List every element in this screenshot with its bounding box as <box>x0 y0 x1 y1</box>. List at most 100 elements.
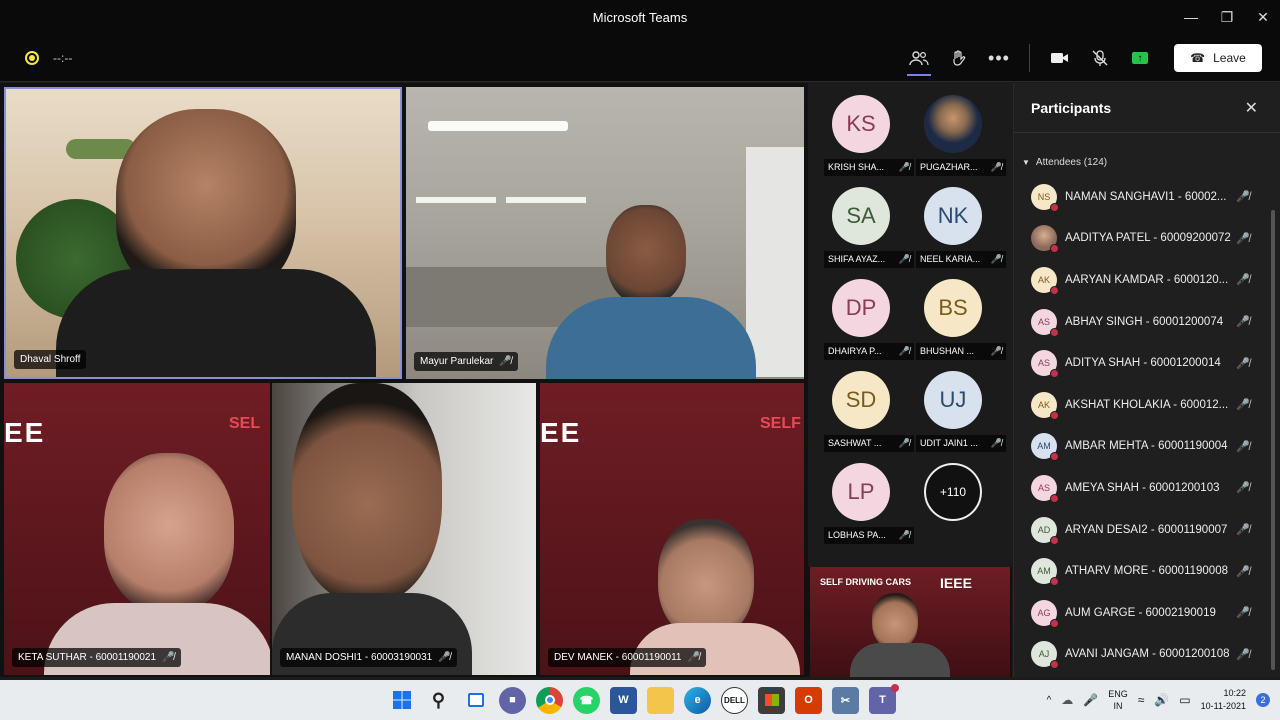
gallery-tile[interactable]: PUGAZHAR... 🎤̸ <box>908 83 1006 176</box>
snipping-tool-icon[interactable]: ✂ <box>832 686 859 714</box>
self-view-tile[interactable]: SELF DRIVING CARS IEEE <box>810 567 1010 677</box>
clock[interactable]: 10:22 10-11-2021 <box>1201 687 1246 713</box>
list-item[interactable]: AM ATHARV MORE - 60001190008 🎤̸ <box>1014 550 1280 592</box>
window-light <box>746 147 804 377</box>
gallery-tile[interactable]: NK NEEL KARIA... 🎤̸ <box>908 175 1006 268</box>
gallery-tile[interactable]: UJ UDIT JAIN1 ... 🎤̸ <box>908 359 1006 452</box>
whatsapp-icon[interactable]: ☎ <box>573 686 600 714</box>
close-window-icon[interactable]: ✕ <box>1246 0 1280 34</box>
avatar-initials: AJ <box>1038 649 1050 660</box>
participant-name: NEEL KARIA... <box>920 254 981 264</box>
attendees-label: Attendees (124) <box>1035 157 1108 168</box>
list-item[interactable]: AD ARYAN DESAI2 - 60001190007 🎤̸ <box>1014 509 1280 551</box>
avatar-initials: AS <box>1037 316 1050 327</box>
search-icon[interactable]: ⚲ <box>425 687 452 714</box>
avatar: NK <box>924 187 982 245</box>
panel-header: Participants ✕ <box>1014 83 1280 133</box>
mic-off-icon: 🎤̸ <box>438 652 451 663</box>
list-item[interactable]: AK AKSHAT KHOLAKIA - 600012... 🎤̸ <box>1014 384 1280 426</box>
minimize-icon[interactable]: — <box>1174 0 1208 34</box>
person-shirt <box>850 643 950 677</box>
task-view-icon[interactable] <box>462 687 489 714</box>
more-participants-button[interactable]: +110 <box>908 451 998 539</box>
chat-icon[interactable]: ■ <box>499 686 526 714</box>
participant-name: AADITYA PATEL - 60009200072 <box>1065 232 1231 245</box>
close-icon[interactable]: ✕ <box>1245 98 1258 118</box>
onedrive-icon[interactable]: ☁ <box>1061 693 1073 707</box>
video-stage: Dhaval Shroff Mayur Parulekar 🎤̸ EE SEL … <box>0 83 1012 677</box>
office-icon[interactable]: O <box>795 686 822 714</box>
list-item[interactable]: NS NAMAN SANGHAVI1 - 60002... 🎤̸ <box>1014 176 1280 218</box>
video-tile[interactable]: Dhaval Shroff <box>4 87 402 379</box>
list-item[interactable]: AK AARYAN KAMDAR - 6000120... 🎤̸ <box>1014 259 1280 301</box>
dell-icon[interactable]: DELL <box>721 686 748 714</box>
edge-icon[interactable]: e <box>684 686 711 714</box>
wifi-icon[interactable]: ≈ <box>1138 693 1145 707</box>
camera-icon <box>1051 53 1068 63</box>
chevron-down-icon: ▼ <box>1022 158 1030 167</box>
video-tile[interactable]: MANAN DOSHI1 - 60003190031 🎤̸ <box>272 383 536 675</box>
chrome-icon[interactable] <box>536 686 563 714</box>
video-tile[interactable]: EE SEL KETA SUTHAR - 60001190021 🎤̸ <box>4 383 270 675</box>
gallery-tile[interactable]: SA SHIFA AYAZ... 🎤̸ <box>816 175 914 268</box>
person-shirt <box>546 297 756 379</box>
status-badge <box>1050 369 1059 379</box>
list-item[interactable]: AM AMBAR MEHTA - 60001190004 🎤̸ <box>1014 426 1280 468</box>
list-item[interactable]: AS ABHAY SINGH - 60001200074 🎤̸ <box>1014 301 1280 343</box>
gallery-name-label: KRISH SHA... 🎤̸ <box>824 159 914 176</box>
mic-off-icon: 🎤̸ <box>1236 274 1250 287</box>
hang-up-icon: ☎ <box>1190 51 1206 65</box>
volume-icon[interactable]: 🔊 <box>1154 693 1169 707</box>
more-icon: ••• <box>988 47 1010 68</box>
leave-button[interactable]: ☎ Leave <box>1174 44 1262 72</box>
meeting-toolbar: --:-- ••• ↑ ☎ Leave <box>0 34 1280 82</box>
mic-button[interactable] <box>1080 38 1120 78</box>
background-logo: IEEE <box>940 575 972 591</box>
participant-name: ATHARV MORE - 60001190008 <box>1065 565 1228 578</box>
microphone-icon[interactable]: 🎤 <box>1083 693 1098 707</box>
avatar: SD <box>832 371 890 429</box>
video-name-label: MANAN DOSHI1 - 60003190031 🎤̸ <box>280 648 457 667</box>
notification-badge[interactable]: 2 <box>1256 693 1270 707</box>
avatar: NS <box>1031 183 1059 212</box>
list-item[interactable]: AADITYA PATEL - 60009200072 🎤̸ <box>1014 218 1280 260</box>
panel-scrollbar[interactable] <box>1271 210 1275 670</box>
gallery-tile[interactable]: SD SASHWAT ... 🎤̸ <box>816 359 914 452</box>
video-name-label: Dhaval Shroff <box>14 350 87 369</box>
list-item[interactable]: AS ADITYA SHAH - 60001200014 🎤̸ <box>1014 342 1280 384</box>
list-item[interactable]: AS AMEYA SHAH - 60001200103 🎤̸ <box>1014 467 1280 509</box>
gallery-tile[interactable]: KS KRISH SHA... 🎤̸ <box>816 83 914 176</box>
gallery-tile[interactable]: LP LOBHAS PA... 🎤̸ <box>816 451 914 544</box>
avatar <box>1031 225 1059 254</box>
video-tile[interactable]: Mayur Parulekar 🎤̸ <box>406 87 804 379</box>
store-icon[interactable] <box>758 686 785 714</box>
file-explorer-icon[interactable] <box>647 686 674 714</box>
list-item[interactable]: AG AUM GARGE - 60002190019 🎤̸ <box>1014 592 1280 634</box>
gallery-tile[interactable]: DP DHAIRYA P... 🎤̸ <box>816 267 914 360</box>
mic-off-icon: 🎤̸ <box>1236 440 1250 453</box>
status-badge <box>1050 244 1059 254</box>
video-tile[interactable]: EE SELF DEV MANEK - 60001190011 🎤̸ <box>540 383 804 675</box>
show-participants-button[interactable] <box>899 38 939 78</box>
restore-icon[interactable]: ❐ <box>1210 0 1244 34</box>
participant-list: NS NAMAN SANGHAVI1 - 60002... 🎤̸ AADITYA P… <box>1014 176 1280 675</box>
camera-button[interactable] <box>1040 38 1080 78</box>
avatar-initials: AS <box>1037 482 1050 493</box>
participant-name: SASHWAT ... <box>828 438 882 448</box>
teams-icon[interactable]: T <box>869 683 899 714</box>
list-item[interactable]: AJ AVANI JANGAM - 60001200108 🎤̸ <box>1014 634 1280 676</box>
more-actions-button[interactable]: ••• <box>979 38 1019 78</box>
share-content-button[interactable]: ↑ <box>1120 38 1160 78</box>
start-button[interactable] <box>388 687 415 714</box>
avatar-initials: AD <box>1037 524 1051 535</box>
title-bar: Microsoft Teams — ❐ ✕ <box>0 0 1280 34</box>
attendees-section-toggle[interactable]: ▼ Attendees (124) <box>1014 133 1280 168</box>
reactions-button[interactable] <box>939 38 979 78</box>
chevron-up-icon[interactable]: ^ <box>1047 695 1052 706</box>
language-indicator[interactable]: ENG IN <box>1108 688 1128 712</box>
gallery-name-label: UDIT JAIN1 ... 🎤̸ <box>916 435 1006 452</box>
gallery-tile[interactable]: BS BHUSHAN ... 🎤̸ <box>908 267 1006 360</box>
battery-icon[interactable]: ▭ <box>1179 693 1190 707</box>
raise-hand-icon <box>953 50 966 66</box>
word-icon[interactable]: W <box>610 686 637 714</box>
